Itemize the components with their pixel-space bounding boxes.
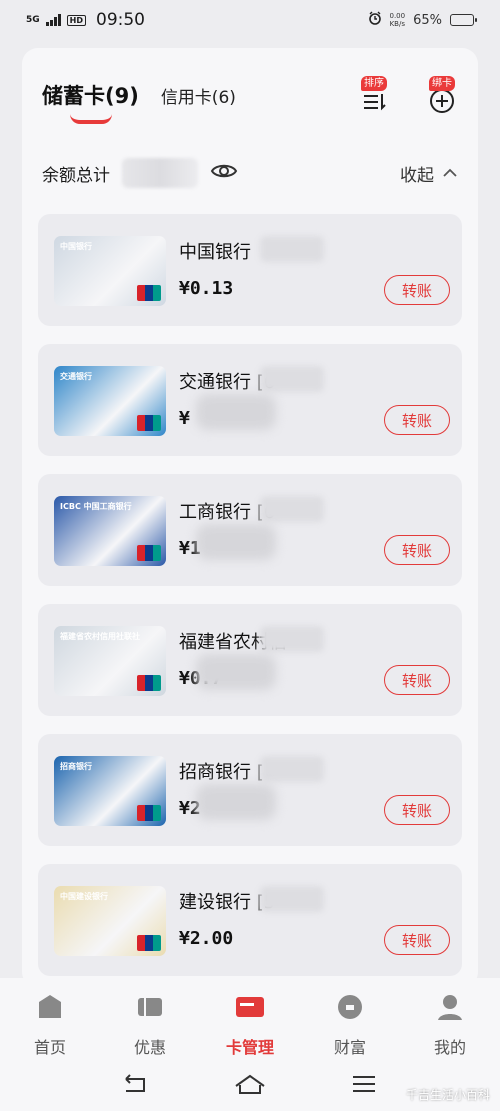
card-balance: ¥2.00 — [179, 928, 234, 949]
unionpay-logo-icon — [137, 935, 161, 951]
masked-balance — [196, 654, 276, 690]
card-manage-icon — [234, 992, 266, 1026]
signal-icon — [45, 14, 61, 26]
home-gesture-icon[interactable] — [233, 1073, 267, 1099]
active-tab-indicator — [70, 114, 112, 124]
transfer-button[interactable]: 转账 — [384, 405, 450, 435]
masked-balance — [196, 784, 276, 820]
masked-card-number — [260, 626, 324, 652]
masked-card-number — [260, 236, 324, 262]
status-bar: 5G HD 09:50 0.00 KB/s 65% — [0, 0, 500, 40]
nav-label: 卡管理 — [225, 1038, 274, 1057]
coupon-icon — [135, 992, 165, 1026]
nav-item-1[interactable]: 优惠 — [110, 992, 190, 1060]
bank-logo-text: 福建省农村信用社联社 — [60, 632, 140, 641]
collapse-button[interactable]: 收起 — [400, 161, 458, 186]
eye-icon[interactable] — [210, 161, 238, 186]
profile-icon — [435, 992, 465, 1026]
nav-label: 财富 — [333, 1038, 366, 1057]
bank-card-item[interactable]: ICBC 中国工商银行 工商银行 [6 ¥1 转账 — [38, 474, 462, 586]
masked-card-number — [260, 366, 324, 392]
bank-logo-text: 招商银行 — [60, 762, 92, 771]
bank-card-item[interactable]: 中国银行 中国银行 ¥0.13 转账 — [38, 214, 462, 326]
bank-name: 招商银行 [ — [179, 762, 264, 783]
transfer-button[interactable]: 转账 — [384, 795, 450, 825]
unionpay-logo-icon — [137, 805, 161, 821]
wealth-icon — [335, 992, 365, 1026]
bank-card-item[interactable]: 中国建设银行 建设银行 [5 ¥2.00 转账 — [38, 864, 462, 976]
add-icon — [430, 89, 454, 113]
card-image: ICBC 中国工商银行 — [54, 496, 166, 566]
hd-badge: HD — [66, 14, 86, 26]
card-management-sheet: 储蓄卡(9) 信用卡(6) 排序 绑卡 余额总计 收起 中国银行 中国银行 ¥0… — [22, 48, 478, 988]
battery-percent: 65% — [413, 12, 442, 28]
bank-card-item[interactable]: 交通银行 交通银行 [6 ¥ 转账 — [38, 344, 462, 456]
balance-label: 余额总计 — [42, 165, 110, 186]
menu-icon[interactable] — [350, 1073, 378, 1099]
balance-total-row: 余额总计 收起 — [42, 156, 458, 190]
nav-item-4[interactable]: 我的 — [410, 992, 490, 1060]
nav-item-0[interactable]: 首页 — [10, 992, 90, 1060]
bind-card-badge: 绑卡 — [429, 76, 455, 91]
bank-logo-text: ICBC 中国工商银行 — [60, 502, 132, 511]
sort-icon — [364, 94, 386, 111]
watermark: 千吉生活小百科 — [405, 1088, 490, 1102]
unionpay-logo-icon — [137, 285, 161, 301]
card-balance: ¥ — [179, 408, 190, 429]
bank-name: 中国银行 — [179, 242, 251, 263]
bind-card-button[interactable]: 绑卡 — [424, 76, 460, 114]
card-image: 中国银行 — [54, 236, 166, 306]
masked-balance — [196, 394, 276, 430]
bank-card-item[interactable]: 福建省农村信用社联社 福建省农村信·· ¥0.7 转账 — [38, 604, 462, 716]
transfer-button[interactable]: 转账 — [384, 665, 450, 695]
bank-logo-text: 中国建设银行 — [60, 892, 108, 901]
masked-card-number — [260, 756, 324, 782]
unionpay-logo-icon — [137, 545, 161, 561]
sort-button[interactable]: 排序 — [356, 76, 392, 114]
bottom-nav: 首页 优惠 卡管理 财富 我的 — [0, 978, 500, 1060]
clock: 09:50 — [96, 10, 145, 30]
card-image: 招商银行 — [54, 756, 166, 826]
hidden-balance-amount — [122, 158, 198, 188]
card-balance: ¥0.13 — [179, 278, 234, 299]
transfer-button[interactable]: 转账 — [384, 925, 450, 955]
collapse-label: 收起 — [400, 165, 434, 186]
card-image: 中国建设银行 — [54, 886, 166, 956]
nav-label: 首页 — [33, 1038, 66, 1057]
back-icon[interactable] — [122, 1073, 150, 1099]
network-indicator: 5G — [26, 14, 40, 25]
nav-item-3[interactable]: 财富 — [310, 992, 390, 1060]
nav-label: 我的 — [433, 1038, 466, 1057]
nav-label: 优惠 — [133, 1038, 166, 1057]
transfer-button[interactable]: 转账 — [384, 275, 450, 305]
masked-card-number — [260, 886, 324, 912]
masked-card-number — [260, 496, 324, 522]
card-image: 福建省农村信用社联社 — [54, 626, 166, 696]
bank-logo-text: 中国银行 — [60, 242, 92, 251]
alarm-icon — [368, 11, 382, 29]
card-image: 交通银行 — [54, 366, 166, 436]
nav-item-2[interactable]: 卡管理 — [210, 992, 290, 1060]
tab-credit-cards[interactable]: 信用卡(6) — [161, 83, 236, 108]
home-icon — [35, 992, 65, 1026]
bank-logo-text: 交通银行 — [60, 372, 92, 381]
unionpay-logo-icon — [137, 415, 161, 431]
tab-savings-cards[interactable]: 储蓄卡(9) — [42, 80, 139, 110]
net-speed: 0.00 KB/s — [389, 12, 406, 28]
unionpay-logo-icon — [137, 675, 161, 691]
masked-balance — [196, 524, 276, 560]
battery-icon — [450, 14, 477, 26]
card-type-tabs: 储蓄卡(9) 信用卡(6) — [42, 80, 236, 110]
bank-card-item[interactable]: 招商银行 招商银行 [ ¥2 转账 — [38, 734, 462, 846]
transfer-button[interactable]: 转账 — [384, 535, 450, 565]
sort-badge: 排序 — [361, 76, 387, 91]
chevron-up-icon — [443, 168, 457, 177]
